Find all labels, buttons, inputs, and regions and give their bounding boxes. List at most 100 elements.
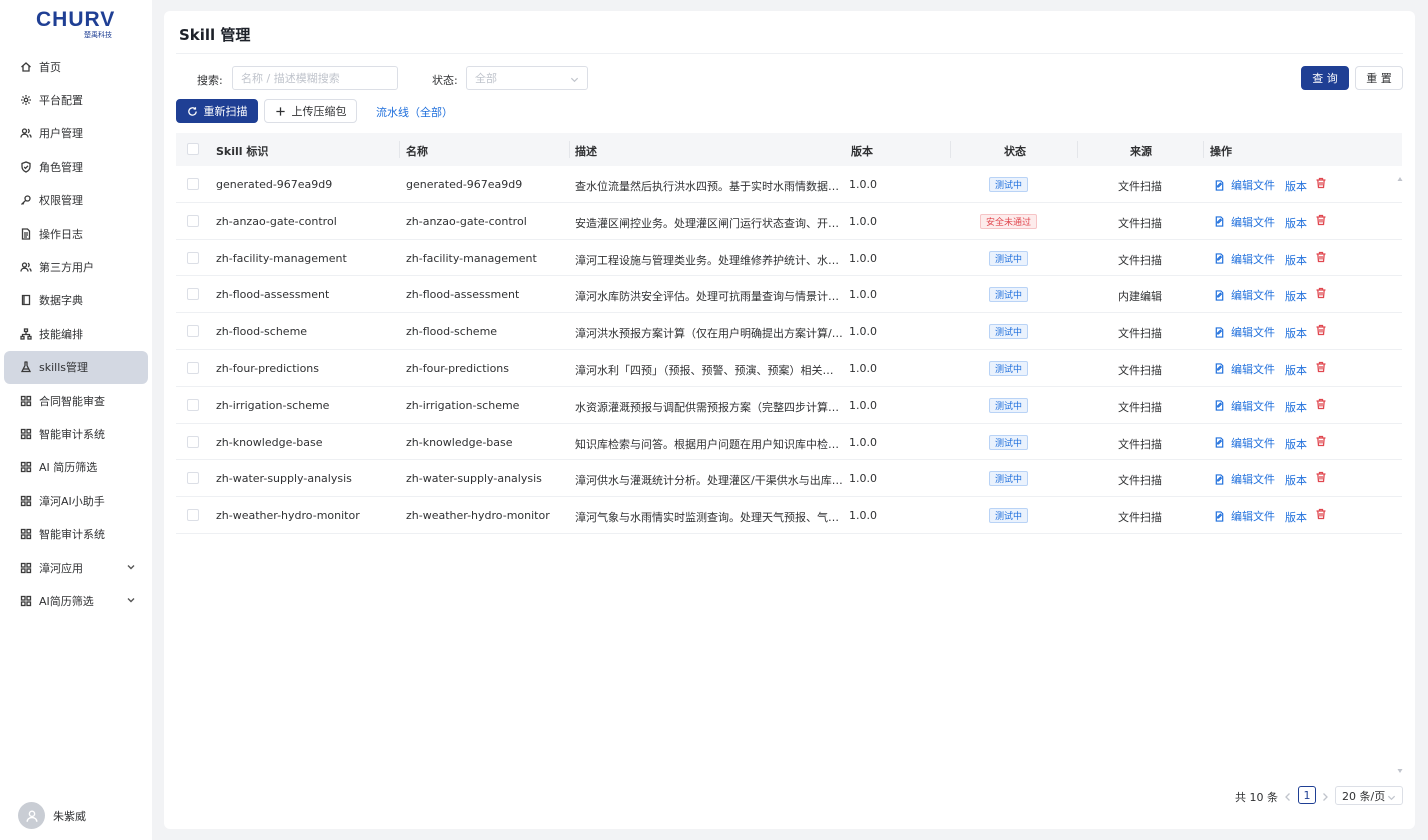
sidebar-item-label: 数据字典	[39, 294, 83, 308]
sidebar-item[interactable]: 用户管理	[4, 117, 148, 150]
sidebar-item-label: 首页	[39, 60, 61, 74]
trash-icon[interactable]	[1315, 398, 1327, 410]
version-button[interactable]: 版本	[1285, 436, 1307, 452]
sidebar-item[interactable]: 数据字典	[4, 284, 148, 317]
rescan-label: 重新扫描	[203, 105, 248, 118]
cell-name: zh-facility-management	[406, 251, 537, 265]
file-edit-icon	[1214, 253, 1231, 264]
sidebar-item[interactable]: 操作日志	[4, 217, 148, 250]
trash-icon[interactable]	[1315, 471, 1327, 483]
page-size-value: 20 条/页	[1342, 789, 1386, 803]
sidebar-item[interactable]: 首页	[4, 50, 148, 83]
row-checkbox[interactable]	[187, 178, 199, 190]
cell-description: 漳河水库防洪安全评估。处理可抗雨量查询与情景计算分析	[575, 290, 843, 304]
sidebar-item[interactable]: 第三方用户	[4, 250, 148, 283]
chevron-left-icon[interactable]	[1284, 791, 1292, 801]
sidebar-item-label: 智能审计系统	[39, 427, 105, 441]
trash-icon[interactable]	[1315, 361, 1327, 373]
version-button[interactable]: 版本	[1285, 399, 1307, 415]
trash-icon[interactable]	[1315, 251, 1327, 263]
edit-file-button[interactable]: 编辑文件	[1214, 435, 1275, 451]
scroll-down-icon[interactable]	[1397, 763, 1403, 773]
version-button[interactable]: 版本	[1285, 325, 1307, 341]
trash-icon[interactable]	[1315, 214, 1327, 226]
pipeline-link[interactable]: 流水线（全部）	[376, 104, 453, 120]
sidebar-item[interactable]: 漳河应用	[4, 551, 148, 584]
version-button[interactable]: 版本	[1285, 178, 1307, 194]
rescan-button[interactable]: 重新扫描	[176, 99, 258, 123]
sidebar-item[interactable]: 智能审计系统	[4, 417, 148, 450]
row-checkbox[interactable]	[187, 472, 199, 485]
key-icon	[20, 194, 32, 206]
brand-logo[interactable]: CHURV 楚禹科技	[36, 8, 118, 39]
row-checkbox[interactable]	[187, 325, 199, 338]
edit-file-button[interactable]: 编辑文件	[1214, 251, 1275, 267]
chevron-down-icon[interactable]	[126, 562, 136, 572]
cell-source: 文件扫描	[1118, 216, 1162, 230]
refresh-icon	[187, 106, 197, 116]
column-separator	[1203, 141, 1204, 158]
status-label: 状态:	[432, 74, 458, 87]
row-checkbox[interactable]	[187, 214, 199, 227]
row-checkbox[interactable]	[187, 288, 199, 301]
row-checkbox[interactable]	[187, 251, 199, 264]
status-badge: 测试中	[989, 508, 1029, 524]
row-checkbox[interactable]	[187, 398, 199, 411]
version-button[interactable]: 版本	[1285, 288, 1307, 304]
chevron-down-icon[interactable]	[126, 595, 136, 605]
user-profile[interactable]: 朱紫威	[18, 802, 86, 829]
file-edit-icon	[1214, 510, 1231, 522]
pagination-page-current[interactable]: 1	[1298, 786, 1316, 804]
search-input[interactable]: 名称 / 描述模糊搜索	[232, 66, 398, 90]
row-checkbox[interactable]	[187, 361, 199, 374]
sidebar-item[interactable]: skills管理	[4, 350, 148, 384]
edit-file-button[interactable]: 编辑文件	[1214, 398, 1275, 414]
edit-file-button[interactable]: 编辑文件	[1214, 508, 1275, 524]
version-button[interactable]: 版本	[1285, 472, 1307, 488]
sidebar-item[interactable]: 合同智能审查	[4, 384, 148, 417]
trash-icon[interactable]	[1315, 435, 1327, 447]
table-row: zh-water-supply-analysis zh-water-supply-…	[176, 460, 1402, 498]
trash-icon[interactable]	[1315, 177, 1327, 189]
edit-file-button[interactable]: 编辑文件	[1214, 177, 1275, 193]
version-button[interactable]: 版本	[1285, 215, 1307, 231]
edit-file-button[interactable]: 编辑文件	[1214, 471, 1275, 487]
sidebar-item[interactable]: 平台配置	[4, 83, 148, 116]
page-size-select[interactable]: 20 条/页	[1335, 786, 1403, 805]
chevron-right-icon[interactable]	[1321, 791, 1329, 801]
query-button[interactable]: 查 询	[1301, 66, 1349, 90]
file-edit-icon	[1214, 437, 1231, 448]
upload-button[interactable]: 上传压缩包	[264, 99, 357, 123]
version-button[interactable]: 版本	[1285, 252, 1307, 268]
status-select[interactable]: 全部	[466, 66, 588, 90]
edit-file-button[interactable]: 编辑文件	[1214, 324, 1275, 340]
edit-file-button[interactable]: 编辑文件	[1214, 214, 1275, 230]
sidebar-item[interactable]: 漳河AI小助手	[4, 484, 148, 517]
row-checkbox[interactable]	[187, 509, 199, 522]
sidebar-item[interactable]: 权限管理	[4, 184, 148, 217]
sidebar-item[interactable]: AI简历筛选	[4, 584, 148, 617]
trash-icon[interactable]	[1315, 287, 1327, 299]
column-separator	[950, 141, 951, 158]
edit-file-button[interactable]: 编辑文件	[1214, 361, 1275, 377]
version-button[interactable]: 版本	[1285, 362, 1307, 378]
sidebar-item-label: 漳河AI小助手	[39, 494, 105, 508]
sidebar-item[interactable]: 角色管理	[4, 150, 148, 183]
column-header-id: Skill 标识	[216, 145, 269, 158]
sidebar-item[interactable]: 技能编排	[4, 317, 148, 350]
avatar[interactable]	[18, 802, 45, 829]
cell-source: 文件扫描	[1118, 400, 1162, 414]
row-checkbox[interactable]	[187, 435, 199, 448]
version-button[interactable]: 版本	[1285, 509, 1307, 525]
file-edit-icon	[1214, 290, 1231, 301]
main-panel: Skill 管理 搜索: 名称 / 描述模糊搜索 状态: 全部 查 询 重 置 …	[164, 11, 1415, 829]
trash-icon[interactable]	[1315, 324, 1327, 336]
sidebar-item[interactable]: 智能审计系统	[4, 517, 148, 550]
sidebar-item[interactable]: AI 简历筛选	[4, 451, 148, 484]
edit-file-button[interactable]: 编辑文件	[1214, 287, 1275, 303]
trash-icon[interactable]	[1315, 508, 1327, 520]
select-all-checkbox[interactable]	[187, 143, 199, 155]
reset-button[interactable]: 重 置	[1355, 66, 1403, 90]
column-header-version: 版本	[851, 145, 873, 158]
scroll-up-icon[interactable]	[1397, 171, 1403, 181]
